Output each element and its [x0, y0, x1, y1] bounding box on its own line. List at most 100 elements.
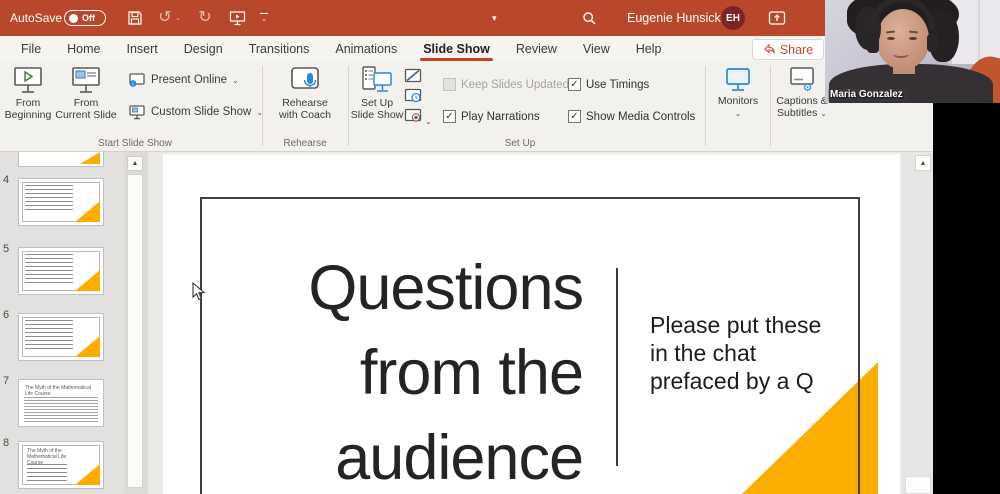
slide-scrollbar[interactable] [901, 152, 933, 494]
present-to-window-button[interactable] [766, 0, 788, 36]
present-online-icon: i [129, 73, 145, 88]
thumbnail-text-lines [24, 397, 98, 423]
group-label-set-up: Set Up [504, 138, 536, 149]
thumbnail-scrollbar-thumb[interactable] [127, 174, 143, 488]
thumbnail-text-lines [25, 320, 73, 350]
person-eye [909, 37, 917, 40]
slide-scroll-up-button[interactable]: ▲ [915, 155, 931, 171]
account-avatar[interactable]: EH [721, 6, 745, 30]
participant-name-label: Maria Gonzalez [828, 89, 907, 101]
monitors-icon [726, 68, 750, 91]
record-slide-show-button[interactable] [404, 108, 422, 123]
share-icon [764, 43, 775, 55]
present-online-button[interactable]: i Present Online ⌄ [128, 72, 239, 88]
tab-help[interactable]: Help [623, 36, 675, 62]
group-label-rehearse: Rehearse [283, 138, 327, 149]
thumbnail-title: The Myth of the Mathematical Life Course [25, 385, 91, 397]
from-current-slide-icon [72, 67, 100, 93]
slide-number: 8 [3, 437, 10, 449]
account-name[interactable]: Eugenie Hunsicker [627, 0, 732, 36]
slide-thumbnail-8[interactable]: The Myth of the Mathematical Life Course [18, 441, 104, 489]
from-beginning-button[interactable]: From Beginning [4, 65, 52, 121]
custom-slide-show-button[interactable]: Custom Slide Show ⌄ [128, 104, 263, 120]
from-beginning-icon [14, 67, 42, 93]
slide-thumbnail-6[interactable] [18, 313, 104, 361]
play-narrations-option[interactable]: Play Narrations [443, 110, 540, 123]
door-frame-line [978, 0, 980, 64]
slide-side-text[interactable]: Please put these in the chat prefaced by… [650, 311, 821, 395]
ribbon-separator [705, 66, 706, 146]
set-up-slide-show-button[interactable]: Set Up Slide Show [351, 65, 403, 121]
rehearse-coach-icon [291, 67, 319, 89]
mouse-cursor [192, 282, 206, 301]
document-title[interactable]: EWM Panel Discussion on Gende... [0, 0, 468, 36]
slide-number: 6 [3, 309, 10, 321]
thumbnail-text-lines [25, 185, 73, 211]
slide-thumbnail-partial[interactable] [18, 152, 104, 167]
captions-subtitles-button[interactable]: ⚙ Captions & Subtitles ⌄ [772, 65, 832, 120]
slide-number: 7 [3, 375, 10, 387]
rehearse-timings-button[interactable] [404, 88, 422, 103]
tab-transitions[interactable]: Transitions [236, 36, 323, 62]
tab-home[interactable]: Home [54, 36, 113, 62]
tab-insert[interactable]: Insert [114, 36, 171, 62]
checkbox-icon [568, 110, 581, 123]
hide-slide-button[interactable] [404, 68, 422, 83]
present-online-label: Present Online [151, 74, 228, 86]
tab-review[interactable]: Review [503, 36, 570, 62]
triangle-up-icon: ▲ [131, 160, 139, 167]
thumbnail-scroll-up-button[interactable]: ▲ [127, 156, 143, 171]
captions-subtitles-icon: ⚙ [790, 67, 814, 93]
record-slide-show-dropdown[interactable]: ⌄ [425, 111, 432, 129]
application-window: AutoSave Off ↺ ⌄ ↻ ⌄ ▾ Eugenie Hunsicker… [0, 0, 1000, 494]
show-media-controls-option[interactable]: Show Media Controls [568, 110, 695, 123]
slide-canvas[interactable]: Questions from the audience Please put t… [163, 154, 900, 494]
title-dropdown-caret-icon[interactable]: ▾ [492, 0, 497, 36]
search-icon [582, 11, 595, 24]
svg-text:i: i [132, 82, 133, 88]
slide-scroll-down-button[interactable] [905, 476, 931, 494]
slide-thumbnail-7[interactable]: The Myth of the Mathematical Life Course [18, 379, 104, 427]
chevron-down-icon: ⌄ [820, 109, 827, 118]
slide-number: 5 [3, 243, 10, 255]
checkbox-icon [443, 110, 456, 123]
tab-slide-show[interactable]: Slide Show [410, 36, 503, 62]
headphones-band-icon [869, 0, 935, 30]
search-button[interactable] [578, 0, 600, 36]
group-label-start-slide-show: Start Slide Show [98, 138, 172, 149]
chevron-down-icon: ⌄ [232, 75, 239, 85]
slide-thumbnail-4[interactable] [18, 178, 104, 226]
checkbox-icon [568, 78, 581, 91]
keep-slides-updated-option[interactable]: Keep Slides Updated [443, 78, 569, 91]
monitors-button[interactable]: Monitors ⌄ [709, 65, 767, 120]
share-button[interactable]: Share [752, 39, 824, 60]
slide-divider-line [616, 268, 618, 466]
person-smile [893, 50, 909, 58]
checkbox-icon [443, 78, 456, 91]
use-timings-option[interactable]: Use Timings [568, 78, 649, 91]
slide-thumbnail-5[interactable] [18, 247, 104, 295]
slide-title-text[interactable]: Questions from the audience [210, 246, 584, 494]
from-current-slide-button[interactable]: From Current Slide [54, 65, 118, 121]
tab-animations[interactable]: Animations [322, 36, 410, 62]
slide-number: 4 [3, 174, 10, 186]
webcam-video-tile[interactable]: Maria Gonzalez [825, 0, 1000, 103]
ribbon-separator [770, 66, 771, 146]
svg-text:⚙: ⚙ [803, 81, 813, 93]
headphone-earcup [927, 34, 938, 52]
ribbon-separator [348, 66, 349, 146]
person-eye [887, 37, 895, 40]
triangle-up-icon: ▲ [919, 159, 927, 167]
thumbnail-text-lines [25, 254, 73, 286]
thumbnail-text-lines [27, 464, 67, 482]
share-label: Share [779, 42, 814, 57]
chevron-down-icon: ⌄ [425, 117, 432, 126]
rehearse-with-coach-button[interactable]: Rehearse with Coach [270, 65, 340, 121]
tab-view[interactable]: View [570, 36, 623, 62]
tab-design[interactable]: Design [171, 36, 236, 62]
set-up-slide-show-icon [362, 66, 392, 92]
headphone-earcup [867, 34, 879, 53]
share-window-icon [768, 11, 786, 25]
custom-slide-show-icon [129, 105, 145, 120]
tab-file[interactable]: File [8, 36, 54, 62]
